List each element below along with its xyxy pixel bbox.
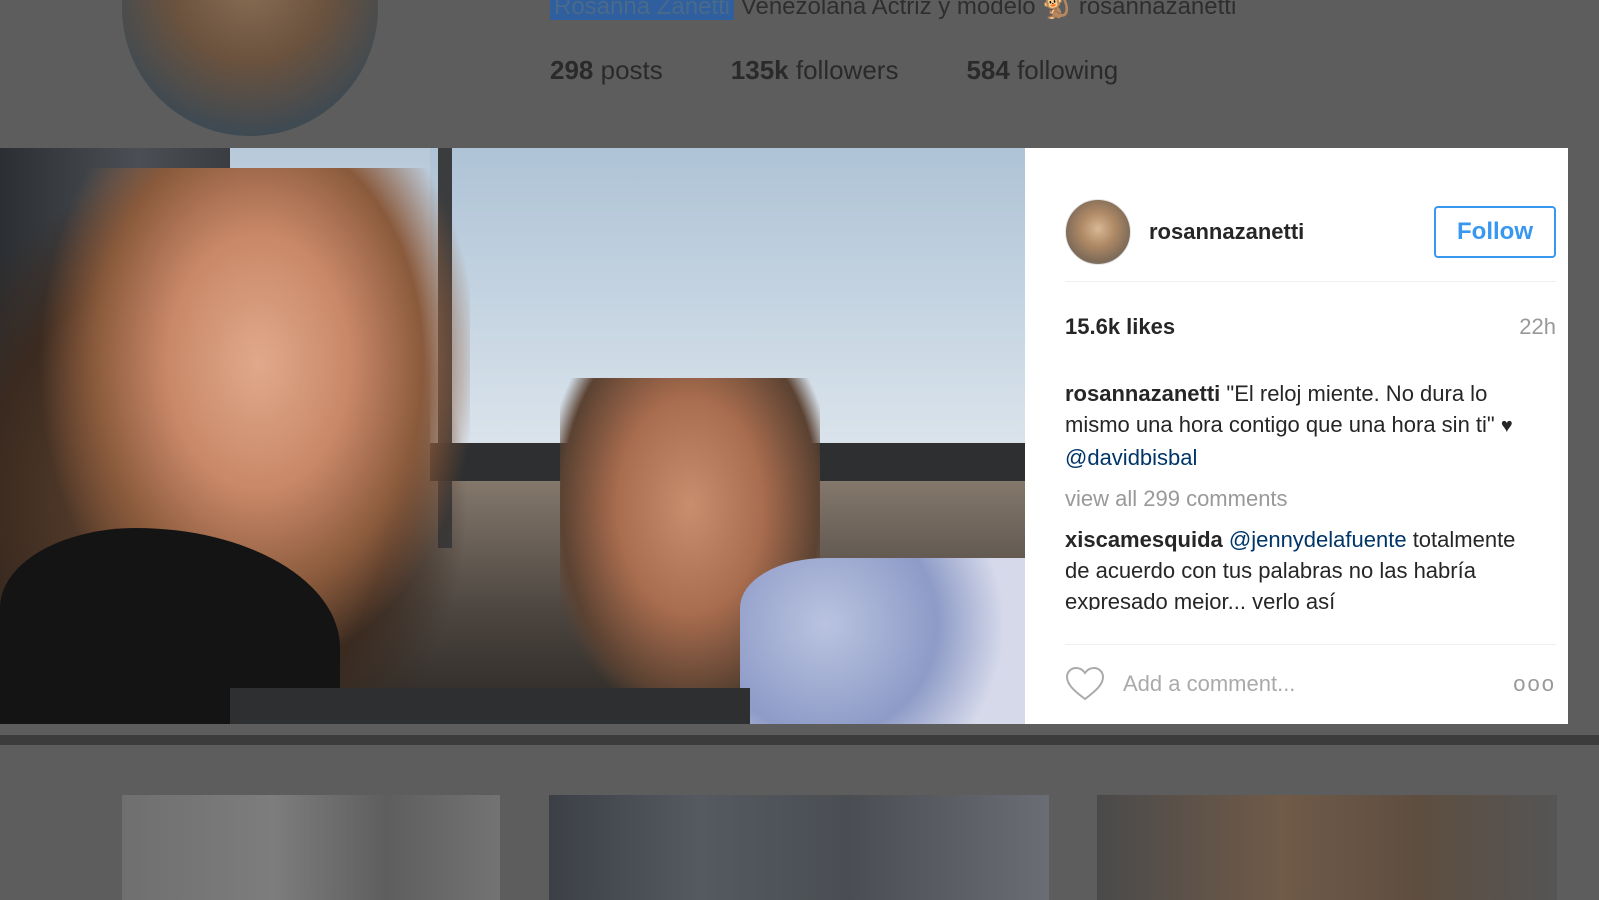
grid-thumbnail[interactable] bbox=[549, 795, 1049, 900]
stat-following-label: following bbox=[1017, 55, 1119, 85]
post-photo[interactable] bbox=[0, 148, 1025, 724]
comment: xiscamesquida @jennydelafuente totalment… bbox=[1065, 524, 1528, 610]
profile-grid bbox=[0, 735, 1599, 900]
likes-count[interactable]: 15.6k likes bbox=[1065, 314, 1175, 340]
comments-list[interactable]: rosannazanetti "El reloj miente. No dura… bbox=[1065, 378, 1528, 610]
stat-following-count: 584 bbox=[966, 55, 1010, 85]
stat-posts-count: 298 bbox=[550, 55, 594, 85]
grid-thumbnail[interactable] bbox=[122, 795, 500, 900]
post-time[interactable]: 22h bbox=[1519, 314, 1556, 340]
post-author-username[interactable]: rosannazanetti bbox=[1149, 219, 1304, 245]
view-all-comments-link[interactable]: view all 299 comments bbox=[1065, 483, 1528, 514]
profile-bio-line: Rosanna Zanetti Venezolana Actriz y mode… bbox=[550, 0, 1236, 21]
comment-bar: ooo bbox=[1065, 644, 1556, 700]
post-header: rosannazanetti Follow bbox=[1065, 182, 1556, 282]
post-modal: rosannazanetti Follow 15.6k likes 22h ro… bbox=[0, 148, 1568, 724]
follow-button[interactable]: Follow bbox=[1434, 205, 1556, 258]
post-meta: 15.6k likes 22h bbox=[1065, 314, 1556, 340]
profile-name: Rosanna Zanetti bbox=[550, 0, 735, 20]
comment-mention[interactable]: @jennydelafuente bbox=[1229, 527, 1407, 552]
photo-person-right-shirt bbox=[740, 558, 1025, 724]
stat-posts[interactable]: 298 posts bbox=[550, 55, 663, 86]
profile-bio: Venezolana Actriz y modelo 🐒 rosannazane… bbox=[740, 0, 1237, 20]
stat-followers-label: followers bbox=[795, 55, 899, 85]
stat-followers[interactable]: 135k followers bbox=[731, 55, 899, 86]
caption-username[interactable]: rosannazanetti bbox=[1065, 381, 1220, 406]
photo-table bbox=[230, 688, 750, 724]
profile-avatar[interactable] bbox=[122, 0, 378, 136]
more-options-icon[interactable]: ooo bbox=[1513, 671, 1556, 697]
comment-username[interactable]: xiscamesquida bbox=[1065, 527, 1223, 552]
stat-followers-count: 135k bbox=[730, 55, 789, 85]
heart-icon[interactable] bbox=[1065, 664, 1105, 704]
caption: rosannazanetti "El reloj miente. No dura… bbox=[1065, 378, 1528, 473]
post-author-avatar[interactable] bbox=[1065, 198, 1131, 265]
post-sidebar: rosannazanetti Follow 15.6k likes 22h ro… bbox=[1025, 148, 1568, 724]
caption-mention[interactable]: @davidbisbal bbox=[1065, 445, 1197, 470]
stat-posts-label: posts bbox=[600, 55, 663, 85]
add-comment-input[interactable] bbox=[1123, 670, 1483, 697]
grid-row-edge bbox=[0, 735, 1599, 745]
grid-thumbnail[interactable] bbox=[1097, 795, 1557, 900]
profile-stats: 298 posts 135k followers 584 following bbox=[550, 55, 1118, 86]
caption-heart-glyph: ♥ bbox=[1500, 415, 1513, 437]
stat-following[interactable]: 584 following bbox=[966, 55, 1118, 86]
